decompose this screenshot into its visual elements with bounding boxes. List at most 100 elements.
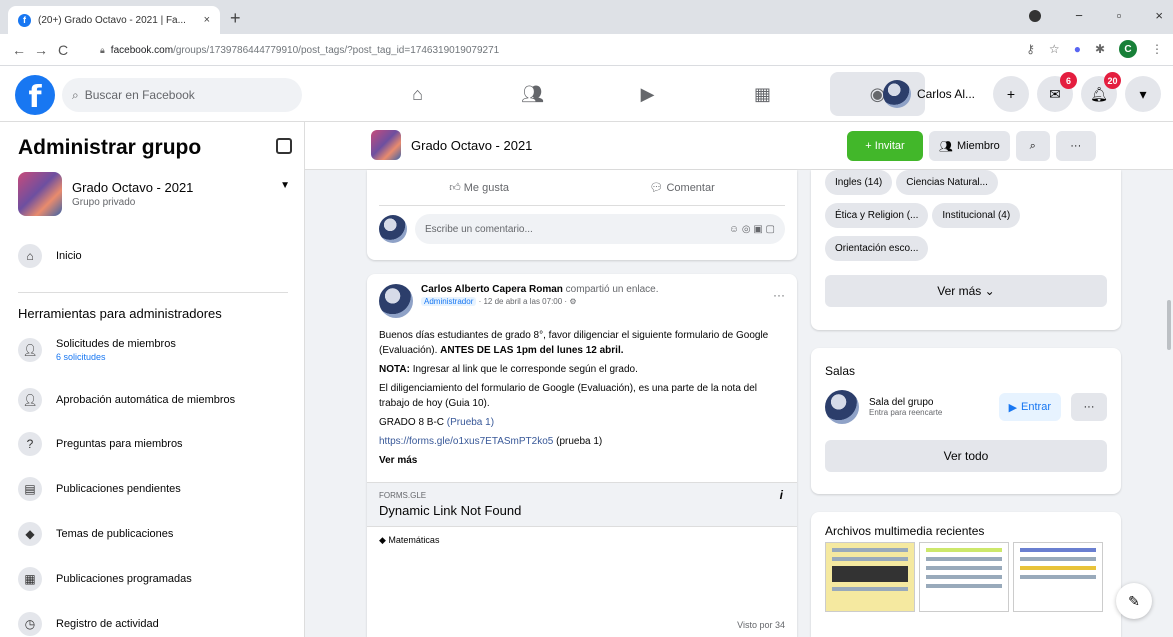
facebook-logo-icon[interactable]: f [15, 75, 55, 115]
tag-icon: ◆ [18, 522, 42, 546]
room-row: Sala del grupo Entra para reencarte ▶ Ent… [825, 390, 1107, 424]
room-options-button[interactable]: ··· [1071, 393, 1107, 421]
messenger-icon[interactable]: ✉ 6 [1037, 72, 1077, 112]
avatar [379, 215, 407, 243]
like-label: Me gusta [463, 182, 510, 194]
scrollbar[interactable] [1167, 300, 1171, 350]
reload-button[interactable]: C [52, 42, 74, 58]
media-thumbnail[interactable] [825, 542, 915, 612]
topic-chip[interactable]: Ingles (14) [825, 170, 893, 195]
profile-avatar-icon[interactable]: C [1119, 40, 1137, 58]
note-label: NOTA: [379, 364, 410, 375]
url-field[interactable]: 🔒︎ facebook.com/groups/1739786444779910/… [100, 38, 980, 62]
member-icon: 👥︎ [939, 140, 953, 153]
search-input[interactable]: ⌕ Buscar en Facebook [62, 78, 302, 112]
topic-chip[interactable]: Ciencias Natural... [896, 170, 998, 195]
sidebar-item-member-requests[interactable]: 👤︎ Solicitudes de miembros 6 solicitudes [18, 338, 298, 362]
sidebar-item-scheduled-posts[interactable]: ▦ Publicaciones programadas [18, 567, 298, 591]
sidebar-item-post-topics[interactable]: ◆ Temas de publicaciones [18, 522, 298, 546]
star-icon[interactable]: ☆ [1049, 42, 1060, 56]
maximize-button[interactable]: ▫ [1117, 8, 1122, 23]
group-cover-image [18, 172, 62, 216]
watch-nav-icon[interactable]: ▶ [600, 72, 695, 116]
member-button[interactable]: 👥︎ Miembro [929, 131, 1010, 161]
back-button[interactable]: ← [8, 42, 30, 58]
sidebar-title: Administrar grupo [18, 136, 202, 159]
profile-name: Carlos Al... [916, 87, 975, 101]
search-placeholder: Buscar en Facebook [84, 88, 195, 102]
enter-room-button[interactable]: ▶ Entrar [998, 393, 1061, 421]
video-icon: ▶ [1008, 401, 1018, 414]
main-navigation: ⌂ 👥︎ ▶ ▦ ◉ [370, 72, 925, 116]
see-more-link[interactable]: Ver más [379, 453, 785, 468]
comment-button[interactable]: 💬︎ Comentar [649, 181, 714, 194]
author-name[interactable]: Carlos Alberto Capera Roman [421, 284, 563, 295]
grade-label: GRADO 8 B-C [379, 417, 445, 428]
media-thumbnail[interactable] [1013, 542, 1103, 612]
marketplace-nav-icon[interactable]: ▦ [715, 72, 810, 116]
group-actions: + Invitar 👥︎ Miembro ⌕ ··· [847, 131, 1096, 161]
sidebar-item-home[interactable]: ⌂ Inicio [18, 244, 298, 268]
tab-close-icon[interactable]: × [204, 14, 210, 26]
forward-button[interactable]: → [30, 42, 52, 58]
sidebar-item-pending-posts[interactable]: ▤ Publicaciones pendientes [18, 477, 298, 501]
emoji-icons[interactable]: ☺ ◎ ▣ ▢ [729, 224, 775, 235]
search-group-button[interactable]: ⌕ [1015, 131, 1050, 161]
home-nav-icon[interactable]: ⌂ [370, 72, 465, 116]
comment-input[interactable]: Escribe un comentario... ☺ ◎ ▣ ▢ [415, 214, 785, 244]
calendar-icon: ▦ [18, 567, 42, 591]
seen-by[interactable]: Visto por 34 [737, 620, 785, 630]
browser-tab[interactable]: f (20+) Grado Octavo - 2021 | Fa... × [8, 6, 220, 34]
see-more-topics-button[interactable]: Ver más ⌄ [825, 275, 1107, 307]
link-preview[interactable]: FORMS.GLE Dynamic Link Not Found i [367, 482, 797, 526]
form-link[interactable]: https://forms.gle/o1xus7ETASmPT2ko5 [379, 436, 553, 447]
close-window-button[interactable]: × [1155, 8, 1163, 23]
post-deadline: ANTES DE LAS 1pm del lunes 12 abril. [440, 345, 624, 356]
new-tab-button[interactable]: + [230, 8, 241, 29]
invite-button[interactable]: + Invitar [847, 131, 923, 161]
member-label: Miembro [956, 140, 1000, 152]
rooms-card: Salas Sala del grupo Entra para reencart… [811, 348, 1121, 494]
group-title[interactable]: Grado Octavo - 2021 [371, 130, 532, 160]
profile-chip[interactable]: Carlos Al... [879, 77, 985, 111]
notifications-icon[interactable]: 🔔︎ 20 [1081, 72, 1121, 112]
collapse-sidebar-icon[interactable] [276, 138, 292, 154]
puzzle-icon[interactable]: ✱ [1095, 42, 1105, 56]
person-check-icon: 👤︎ [18, 388, 42, 412]
author-avatar[interactable] [379, 284, 413, 318]
post-time[interactable]: 12 de abril a las 07:00 [483, 297, 562, 306]
key-icon[interactable]: ⚷ [1026, 42, 1035, 56]
record-icon[interactable] [1029, 9, 1042, 22]
sidebar-item-activity-log[interactable]: ◷ Registro de actividad [18, 612, 298, 636]
topic-chips: Ingles (14) Ciencias Natural... Ética y R… [825, 170, 1107, 269]
like-button[interactable]: 👍︎ Me gusta [449, 181, 509, 194]
create-button[interactable]: + [993, 76, 1029, 112]
topic-chip[interactable]: Orientación esco... [825, 236, 929, 261]
more-options-button[interactable]: ··· [1055, 131, 1096, 161]
topic-chip[interactable]: Institucional (4) [932, 203, 1021, 228]
menu-dots-icon[interactable]: ⋮ [1151, 42, 1163, 56]
group-switcher[interactable]: Grado Octavo - 2021 Grupo privado ▼ [18, 172, 298, 216]
url-path: /groups/1739786444779910/post_tags/?post… [173, 44, 500, 56]
person-icon: 👤︎ [18, 338, 42, 362]
tab-title: (20+) Grado Octavo - 2021 | Fa... [38, 14, 186, 26]
account-menu-chevron-down-icon[interactable]: ▾ [1125, 76, 1161, 112]
media-thumbnail[interactable] [919, 542, 1009, 612]
group-title-text: Grado Octavo - 2021 [411, 137, 533, 153]
friends-nav-icon[interactable]: 👥︎ [485, 72, 580, 116]
globe-icon: ⚙ [569, 297, 577, 306]
avatar [882, 80, 911, 108]
new-message-edit-icon[interactable]: ✎ [1116, 583, 1152, 619]
info-icon[interactable]: i [780, 488, 783, 502]
post-card: Carlos Alberto Capera Roman compartió un… [367, 274, 797, 637]
see-all-button[interactable]: Ver todo [825, 440, 1107, 472]
sidebar-item-member-questions[interactable]: ? Preguntas para miembros [18, 432, 298, 456]
room-name: Sala del grupo [869, 397, 934, 408]
post-topic-tag[interactable]: ◆ Matemáticas [367, 526, 797, 554]
pending-posts-icon: ▤ [18, 477, 42, 501]
extension-icon[interactable]: ● [1074, 42, 1081, 56]
sidebar-item-auto-approval[interactable]: 👤︎ Aprobación automática de miembros [18, 388, 298, 412]
minimize-button[interactable]: − [1075, 8, 1083, 23]
post-menu-icon[interactable]: ··· [773, 288, 785, 302]
topic-chip[interactable]: Ética y Religion (... [825, 203, 929, 228]
